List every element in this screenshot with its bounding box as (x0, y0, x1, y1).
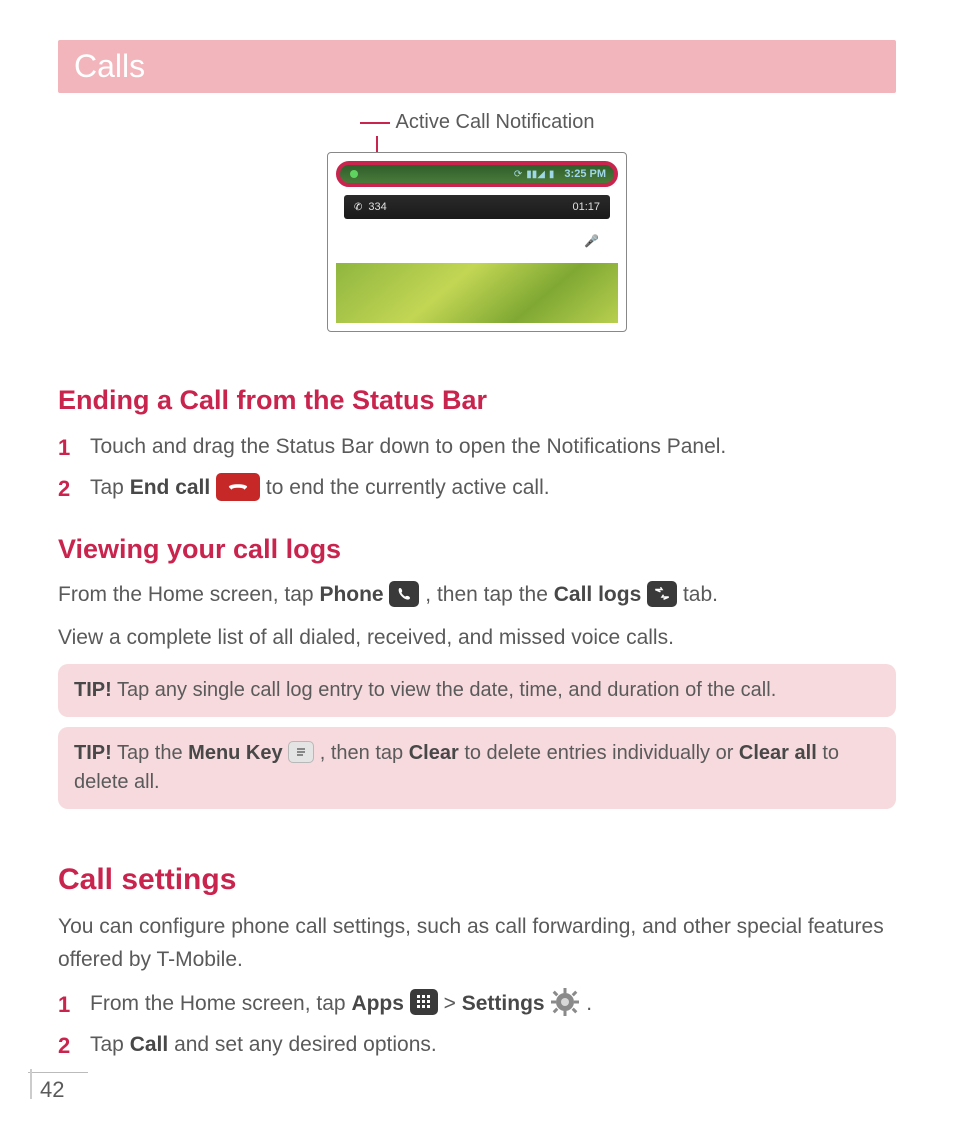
step-2: 2 Tap Call and set any desired options. (58, 1028, 896, 1063)
bold-call-logs: Call logs (554, 583, 642, 606)
text-fragment: , then tap (320, 742, 409, 764)
text-fragment: and set any desired options. (174, 1033, 437, 1056)
page-title-bar: Calls (58, 40, 896, 93)
text-fragment: Tap (90, 1033, 130, 1056)
callout-connector (360, 122, 390, 124)
figure-active-call: Active Call Notification ⟳ ▮▮◢ ▮ 3:25 PM… (58, 111, 896, 337)
sync-icon: ⟳ (514, 169, 522, 180)
bold-end-call: End call (130, 476, 211, 499)
callout-vertical-line (376, 136, 378, 152)
text-fragment: Tap (90, 476, 130, 499)
status-icons: ⟳ ▮▮◢ ▮ 3:25 PM (514, 168, 606, 180)
phone-icon (389, 581, 419, 607)
tip-box-2: TIP! Tap the Menu Key , then tap Clear t… (58, 727, 896, 809)
callout-label: Active Call Notification (396, 111, 595, 134)
active-call-dot-icon (350, 170, 358, 178)
text-fragment: > (444, 992, 462, 1015)
page-number: 42 (40, 1077, 64, 1103)
end-call-icon (216, 473, 260, 501)
step-text: Touch and drag the Status Bar down to op… (90, 430, 896, 464)
step-1: 1 From the Home screen, tap Apps > Setti… (58, 987, 896, 1022)
bold-call: Call (130, 1033, 169, 1056)
text-fragment: From the Home screen, tap (58, 583, 319, 606)
call-settings-para: You can configure phone call settings, s… (58, 911, 896, 976)
text-fragment: tab. (683, 583, 718, 606)
text-fragment: to end the currently active call. (266, 476, 550, 499)
step-2: 2 Tap End call to end the currently acti… (58, 471, 896, 506)
text-fragment: Tap the (117, 742, 188, 764)
google-search-bar: Google 🎤 (344, 227, 610, 255)
ongoing-call-bar: ✆ 334 01:17 (344, 195, 610, 219)
bold-apps: Apps (351, 992, 404, 1015)
step-text: Tap Call and set any desired options. (90, 1028, 896, 1062)
signal-icon: ▮▮◢ (526, 169, 545, 180)
step-number: 1 (58, 430, 90, 465)
call-logs-icon (647, 581, 677, 607)
text-fragment: . (586, 992, 592, 1015)
apps-icon (410, 989, 438, 1015)
call-duration: 01:17 (572, 201, 600, 213)
tip-label: TIP! (74, 679, 112, 701)
menu-key-icon (288, 741, 314, 763)
bold-settings: Settings (462, 992, 545, 1015)
heading-call-settings: Call settings (58, 863, 896, 897)
page-number-rule (28, 1072, 88, 1073)
settings-gear-icon (550, 988, 580, 1016)
mic-icon: 🎤 (584, 234, 599, 248)
steps-call-settings: 1 From the Home screen, tap Apps > Setti… (58, 987, 896, 1063)
step-number: 2 (58, 1028, 90, 1063)
step-text: Tap End call to end the currently active… (90, 471, 896, 505)
bold-clear: Clear (409, 742, 459, 764)
heading-viewing-logs: Viewing your call logs (58, 534, 896, 565)
bold-menu-key: Menu Key (188, 742, 282, 764)
tip-label: TIP! (74, 742, 112, 764)
wallpaper-area (336, 263, 618, 323)
bold-clear-all: Clear all (739, 742, 817, 764)
viewing-para-1: From the Home screen, tap Phone , then t… (58, 579, 896, 612)
status-bar-highlight: ⟳ ▮▮◢ ▮ 3:25 PM (336, 161, 618, 187)
search-placeholder: Google (355, 234, 394, 248)
step-1: 1 Touch and drag the Status Bar down to … (58, 430, 896, 465)
text-fragment: From the Home screen, tap (90, 992, 351, 1015)
step-number: 1 (58, 987, 90, 1022)
tip-box-1: TIP! Tap any single call log entry to vi… (58, 664, 896, 717)
phone-mini-icon: ✆ (354, 202, 362, 213)
bold-phone: Phone (319, 583, 383, 606)
steps-ending-call: 1 Touch and drag the Status Bar down to … (58, 430, 896, 506)
status-time: 3:25 PM (564, 168, 606, 180)
heading-ending-call: Ending a Call from the Status Bar (58, 385, 896, 416)
call-number: 334 (368, 201, 386, 213)
step-number: 2 (58, 471, 90, 506)
text-fragment: , then tap the (425, 583, 553, 606)
phone-screenshot: ⟳ ▮▮◢ ▮ 3:25 PM ✆ 334 01:17 Google 🎤 (327, 152, 627, 332)
viewing-para-2: View a complete list of all dialed, rece… (58, 622, 896, 655)
tip-text: Tap any single call log entry to view th… (112, 679, 776, 701)
text-fragment: to delete entries individually or (464, 742, 739, 764)
battery-icon: ▮ (549, 169, 555, 180)
step-text: From the Home screen, tap Apps > Setting… (90, 987, 896, 1021)
